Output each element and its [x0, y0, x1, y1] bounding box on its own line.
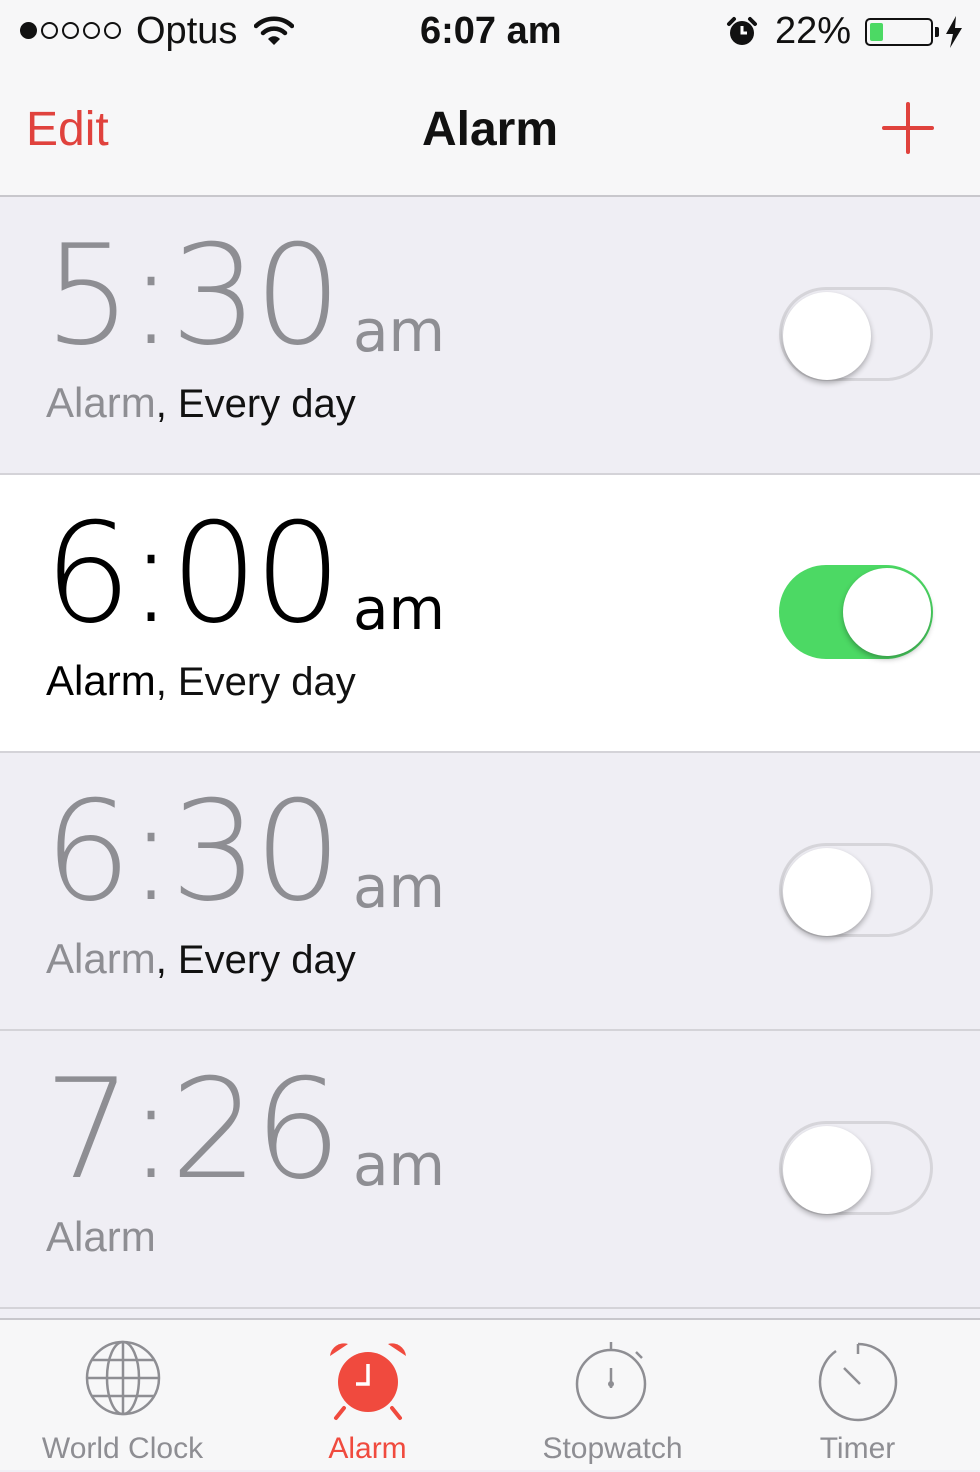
alarm-ampm: am: [353, 853, 446, 921]
battery-tip: [935, 27, 939, 37]
signal-dot: [83, 22, 100, 39]
status-time: 6:07 am: [420, 10, 562, 52]
battery-icon: [865, 18, 933, 46]
alarm-subtitle: Alarm, Every day: [46, 657, 356, 705]
alarm-time: 6:30: [44, 771, 342, 932]
stopwatch-icon: [575, 1342, 646, 1420]
wifi-icon: [254, 16, 294, 45]
tab-world-clock[interactable]: World Clock: [0, 1320, 245, 1472]
alarm-subtitle: Alarm: [46, 1213, 156, 1261]
alarm-row-630[interactable]: 6:30 am Alarm, Every day: [0, 753, 980, 1031]
alarm-repeat: , Every day: [155, 382, 356, 426]
toggle-knob: [783, 848, 871, 936]
tab-alarm[interactable]: Alarm: [245, 1320, 490, 1472]
alarm-repeat: , Every day: [155, 660, 356, 704]
alarm-time: 7:26: [44, 1049, 342, 1210]
alarm-label: Alarm: [46, 935, 156, 982]
alarm-toggle[interactable]: [779, 287, 933, 381]
battery-percent: 22%: [775, 10, 852, 52]
tab-stopwatch[interactable]: Stopwatch: [490, 1320, 735, 1472]
alarm-label: Alarm: [46, 379, 156, 426]
alarm-label: Alarm: [46, 1213, 156, 1260]
tab-timer[interactable]: Timer: [735, 1320, 980, 1472]
status-bar: Optus 6:07 am 22%: [0, 0, 980, 70]
alarm-repeat: , Every day: [155, 938, 356, 982]
toggle-knob: [843, 568, 931, 656]
navigation-bar: Edit Alarm: [0, 70, 980, 197]
alarm-clock-icon: [329, 1343, 406, 1420]
alarm-indicator-icon: [727, 17, 757, 45]
alarm-row-726[interactable]: 7:26 am Alarm: [0, 1031, 980, 1309]
alarm-row-530[interactable]: 5:30 am Alarm, Every day: [0, 197, 980, 475]
plus-icon[interactable]: [880, 100, 936, 156]
globe-icon: [85, 1340, 160, 1416]
tab-label: Alarm: [328, 1432, 407, 1465]
tab-label: Timer: [819, 1432, 896, 1465]
carrier-name: Optus: [136, 10, 238, 52]
alarm-time: 6:00: [44, 493, 342, 654]
alarm-subtitle: Alarm, Every day: [46, 379, 356, 427]
charging-bolt-icon: [946, 16, 962, 48]
signal-dot: [41, 22, 58, 39]
tab-bar: World Clock Alarm Stopwatch Timer: [0, 1318, 980, 1470]
alarm-row-600[interactable]: 6:00 am Alarm, Every day: [0, 475, 980, 753]
toggle-knob: [783, 1126, 871, 1214]
signal-dot: [62, 22, 79, 39]
alarm-ampm: am: [353, 575, 446, 643]
signal-strength-icon: [20, 22, 121, 39]
toggle-knob: [783, 292, 871, 380]
alarm-toggle[interactable]: [779, 565, 933, 659]
signal-dot: [20, 22, 37, 39]
alarm-toggle[interactable]: [779, 1121, 933, 1215]
alarm-ampm: am: [353, 1131, 446, 1199]
page-title: Alarm: [421, 103, 559, 156]
battery-level: [870, 23, 883, 41]
alarm-label: Alarm: [46, 657, 156, 704]
timer-icon: [818, 1342, 897, 1422]
signal-dot: [104, 22, 121, 39]
alarm-ampm: am: [353, 297, 446, 365]
alarm-time: 5:30: [44, 215, 342, 376]
tab-label: World Clock: [41, 1432, 204, 1465]
alarm-toggle[interactable]: [779, 843, 933, 937]
alarm-subtitle: Alarm, Every day: [46, 935, 356, 983]
tab-label: Stopwatch: [542, 1432, 683, 1465]
